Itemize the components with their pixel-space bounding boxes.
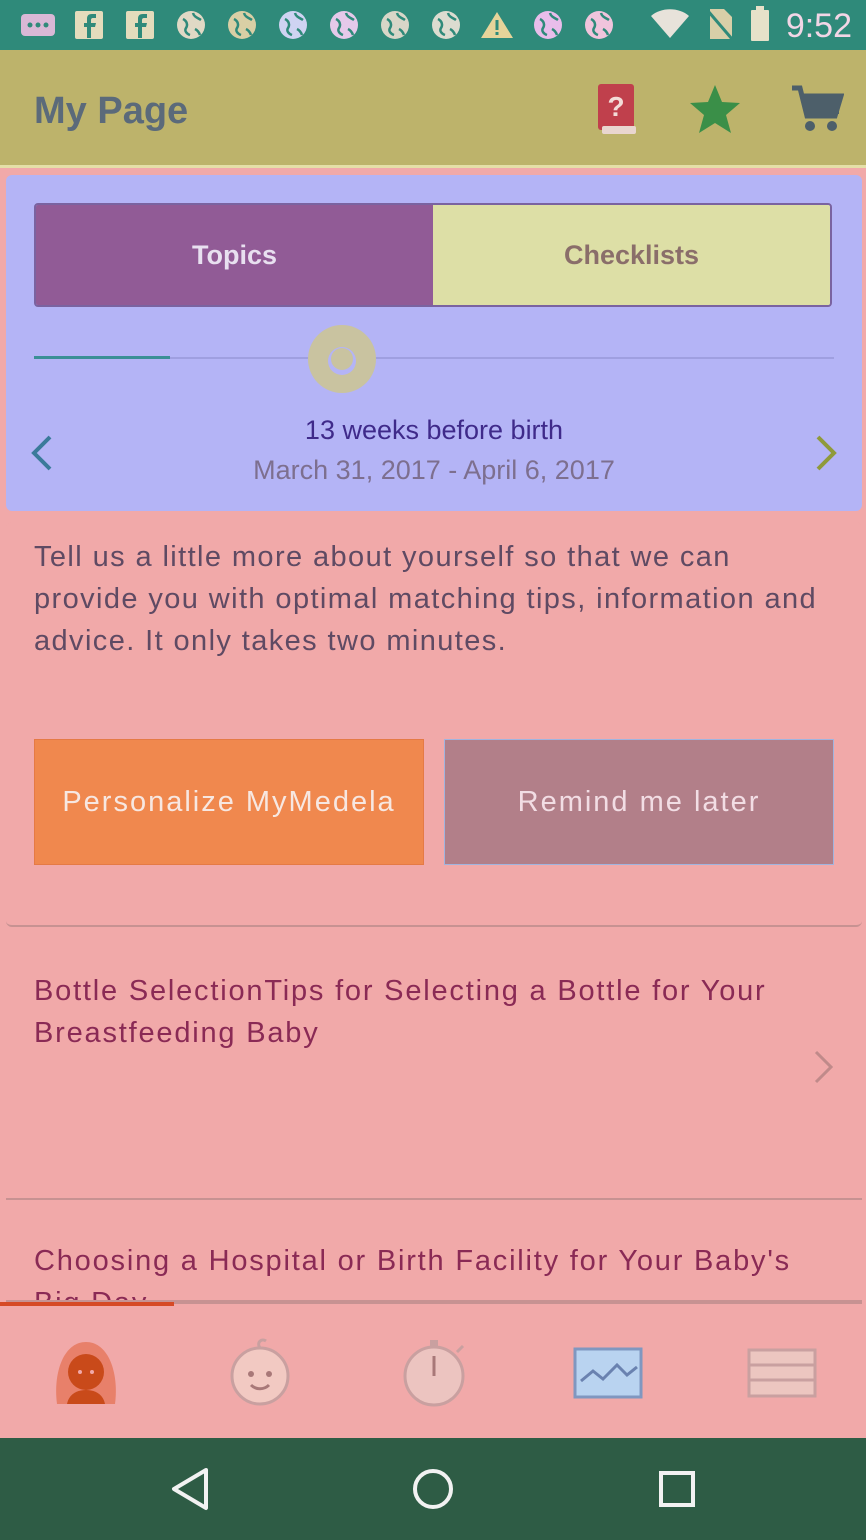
article-title: Choosing a Hospital or Birth Facility fo…	[34, 1245, 791, 1300]
svg-text:?: ?	[607, 91, 624, 122]
globe-icon	[275, 8, 311, 42]
warning-icon	[479, 8, 515, 42]
tab-chart[interactable]	[568, 1340, 648, 1410]
system-navigation-bar	[0, 1438, 866, 1540]
globe-icon	[428, 8, 464, 42]
cart-icon[interactable]	[790, 84, 845, 139]
next-week-button[interactable]	[814, 433, 840, 478]
baby-icon	[225, 1337, 295, 1413]
back-icon	[170, 1467, 210, 1516]
message-icon	[20, 8, 56, 42]
timer-icon	[399, 1338, 469, 1413]
mother-icon	[49, 1338, 123, 1413]
recents-icon	[657, 1469, 697, 1514]
bottom-navigation	[6, 1302, 862, 1436]
personalize-button[interactable]: Personalize MyMedela	[34, 739, 424, 865]
week-title: 13 weeks before birth	[304, 415, 564, 445]
remind-later-button[interactable]: Remind me later	[444, 739, 834, 865]
battery-icon	[750, 6, 770, 47]
home-button[interactable]	[408, 1466, 458, 1516]
tab-checklists[interactable]: Checklists	[433, 205, 830, 305]
notification-icons	[20, 8, 617, 42]
tab-mother[interactable]	[46, 1340, 126, 1410]
pregnancy-progress-fill	[34, 356, 170, 359]
article-item[interactable]: Choosing a Hospital or Birth Facility fo…	[6, 1202, 862, 1302]
tab-menu[interactable]	[742, 1340, 822, 1410]
status-bar: 9:52	[0, 0, 866, 50]
app-bar: My Page ?	[0, 50, 866, 168]
personalize-card: Tell us a little more about yourself so …	[6, 522, 862, 927]
globe-icon	[173, 8, 209, 42]
globe-icon	[581, 8, 617, 42]
system-status: 9:52	[650, 6, 852, 47]
article-item[interactable]: Bottle SelectionTips for Selecting a Bot…	[6, 930, 862, 1200]
tab-timer[interactable]	[394, 1338, 474, 1413]
facebook-icon	[122, 8, 158, 42]
chart-icon	[573, 1347, 643, 1404]
chevron-right-icon	[812, 1048, 836, 1091]
globe-icon	[377, 8, 413, 42]
star-icon[interactable]	[688, 83, 742, 140]
help-book-icon[interactable]: ?	[594, 82, 640, 141]
app-bar-actions: ?	[594, 82, 845, 141]
recents-button[interactable]	[652, 1466, 702, 1516]
clock: 9:52	[785, 7, 852, 45]
week-date-range: March 31, 2017 - April 6, 2017	[253, 455, 615, 485]
globe-icon	[530, 8, 566, 42]
home-icon	[411, 1467, 455, 1516]
globe-icon	[224, 8, 260, 42]
article-title: Bottle SelectionTips for Selecting a Bot…	[34, 975, 767, 1049]
globe-icon	[326, 8, 362, 42]
wifi-icon	[650, 8, 690, 45]
topics-checklists-toggle: Topics Checklists	[34, 203, 832, 307]
back-button[interactable]	[165, 1466, 215, 1516]
baby-progress-marker[interactable]	[308, 325, 376, 393]
timeline-card: Topics Checklists 13 weeks before birth …	[6, 175, 862, 511]
facebook-icon	[71, 8, 107, 42]
tab-baby[interactable]	[220, 1337, 300, 1413]
page-title: My Page	[34, 90, 189, 132]
active-tab-indicator	[0, 1302, 174, 1306]
no-sim-icon	[706, 7, 734, 46]
menu-icon	[747, 1348, 817, 1403]
personalize-message: Tell us a little more about yourself so …	[34, 541, 818, 657]
tab-topics[interactable]: Topics	[36, 205, 433, 305]
